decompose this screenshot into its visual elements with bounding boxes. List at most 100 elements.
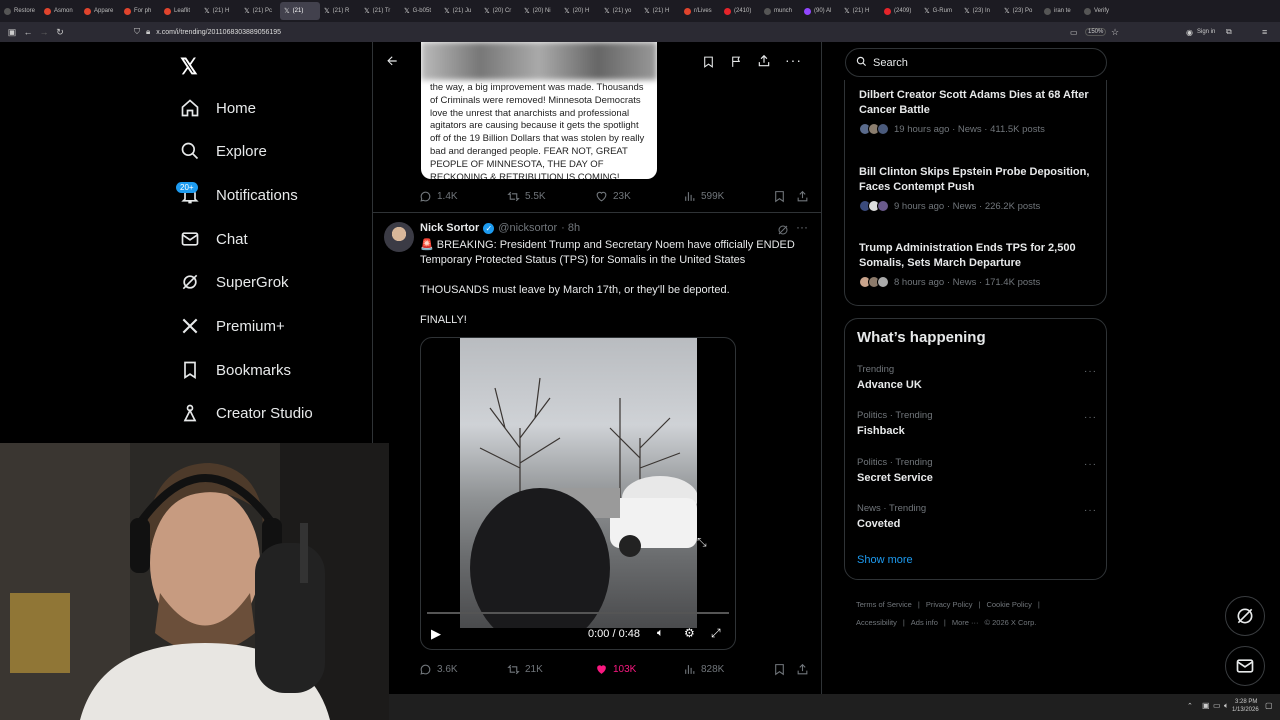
nav-supergrok[interactable]: SuperGrok [180, 272, 289, 292]
like-button[interactable]: 103K [595, 663, 636, 676]
header-bookmark-icon[interactable] [702, 55, 715, 74]
like-button[interactable]: 23K [595, 190, 631, 203]
browser-tab[interactable]: (90) Al [800, 2, 840, 20]
expand-overlay-icon[interactable]: ⤡ [697, 535, 707, 550]
browser-tab[interactable]: (2409) [880, 2, 920, 20]
volume-tray-icon[interactable]: 🔈︎ [1224, 701, 1229, 711]
trend-item[interactable]: News · Trending Coveted ··· [857, 503, 1097, 530]
browser-tab[interactable]: 𝕏 (21) yo [600, 2, 640, 20]
header-more-icon[interactable]: ··· [785, 52, 802, 68]
nav-notifications[interactable]: Notifications [180, 185, 298, 205]
search-input[interactable]: Search [845, 48, 1107, 77]
nav-home[interactable]: Home [180, 98, 256, 118]
browser-tab[interactable]: 𝕏 (21) H [200, 2, 240, 20]
browser-tab[interactable]: 𝕏 (23) Po [1000, 2, 1040, 20]
footer-link[interactable]: Privacy Policy [926, 600, 973, 609]
grok-fab-button[interactable] [1225, 596, 1265, 636]
play-icon[interactable]: ▶ [431, 626, 441, 642]
nav-chat[interactable]: Chat [180, 229, 248, 249]
browser-tab[interactable]: Verify [1080, 2, 1120, 20]
browser-tab[interactable]: Leaflit [160, 2, 200, 20]
repost-button[interactable]: 5.5K [507, 190, 546, 203]
footer-link[interactable]: Cookie Policy [986, 600, 1031, 609]
footer-link[interactable]: Accessibility [856, 618, 897, 627]
browser-tab[interactable]: munch [760, 2, 800, 20]
browser-tab[interactable]: 𝕏 G-Rum [920, 2, 960, 20]
browser-tab[interactable]: 𝕏 (21) Ju [440, 2, 480, 20]
browser-tab[interactable]: Asmon [40, 2, 80, 20]
browser-tab[interactable]: (2410) [720, 2, 760, 20]
browser-tab[interactable]: r/Lives [680, 2, 720, 20]
trend-more-icon[interactable]: ··· [1084, 366, 1097, 377]
nav-creator-studio[interactable]: Creator Studio [180, 403, 313, 423]
footer-link[interactable]: Terms of Service [856, 600, 912, 609]
trend-item[interactable]: Politics · Trending Fishback ··· [857, 410, 1097, 437]
browser-tab[interactable]: 𝕏 (21) H [840, 2, 880, 20]
show-more-link[interactable]: Show more [857, 554, 913, 566]
footer-link[interactable]: More ··· [952, 618, 979, 627]
header-share-icon[interactable] [757, 54, 771, 73]
post-time[interactable]: · 8h [561, 222, 580, 234]
browser-tab[interactable]: Restore [0, 2, 40, 20]
forward-icon[interactable]: → [36, 27, 52, 37]
trend-item[interactable]: Politics · Trending Secret Service ··· [857, 457, 1097, 484]
browser-tab[interactable]: 𝕏 (21) Pc [240, 2, 280, 20]
browser-tab[interactable]: 𝕏 (20) Cr [480, 2, 520, 20]
back-icon[interactable]: ← [20, 27, 36, 37]
avatar[interactable] [384, 222, 414, 252]
browser-tab[interactable]: 𝕏 (21) H [640, 2, 680, 20]
bookmark-star-icon[interactable]: ☆ [1111, 27, 1119, 38]
back-arrow-icon[interactable] [385, 54, 399, 73]
signin-button[interactable]: Sign in [1197, 29, 1215, 35]
browser-tab[interactable]: 𝕏 (23) In [960, 2, 1000, 20]
nav-bookmarks[interactable]: Bookmarks [180, 360, 291, 380]
footer-link[interactable]: Ads info [911, 618, 938, 627]
browser-tab[interactable]: 𝕏 (21) Tr [360, 2, 400, 20]
author-handle[interactable]: @nicksortor [498, 222, 557, 234]
bookmark-button[interactable] [773, 663, 786, 676]
share-button[interactable] [796, 663, 809, 676]
reply-button[interactable]: 3.6K [419, 663, 458, 676]
account-icon[interactable]: ◉ [1186, 28, 1193, 37]
news-item[interactable]: Trump Administration Ends TPS for 2,500 … [859, 241, 1099, 288]
footer-link[interactable]: © 2026 X Corp. [985, 618, 1037, 627]
reply-button[interactable]: 1.4K [419, 190, 458, 203]
messages-fab-button[interactable] [1225, 646, 1265, 686]
browser-tab[interactable]: 𝕏 (20) H [560, 2, 600, 20]
browser-tab[interactable]: 𝕏 (20) Ni [520, 2, 560, 20]
extensions-icon[interactable]: ⧉ [1226, 27, 1232, 37]
trend-more-icon[interactable]: ··· [1084, 412, 1097, 423]
settings-icon[interactable]: ⚙ [684, 626, 695, 640]
trend-item[interactable]: Trending Advance UK ··· [857, 364, 1097, 391]
sidebar-toggle-icon[interactable]: ▣ [4, 27, 20, 38]
trend-more-icon[interactable]: ··· [1084, 505, 1097, 516]
clock-date[interactable]: 1/13/2026 [1232, 707, 1259, 713]
browser-tab[interactable]: For ph [120, 2, 160, 20]
browser-tab[interactable]: 𝕏 G-b05t [400, 2, 440, 20]
reader-icon[interactable]: ▭ [1070, 28, 1078, 37]
nav-premium[interactable]: Premium+ [180, 316, 285, 336]
post-more-icon[interactable]: ··· [796, 220, 808, 234]
repost-button[interactable]: 21K [507, 663, 543, 676]
browser-tab[interactable]: Appare [80, 2, 120, 20]
share-button[interactable] [796, 190, 809, 203]
browser-tab[interactable]: 𝕏 (21) [280, 2, 320, 20]
quoted-post-card[interactable]: the way, a big improvement was made. Tho… [421, 42, 657, 179]
url-field[interactable]: x.com/i/trending/2011068303889056195 [156, 29, 281, 36]
shield-icon[interactable]: ⛉ [134, 27, 140, 37]
volume-icon[interactable]: 🔈︎ [657, 627, 664, 640]
menu-icon[interactable]: ≡ [1262, 27, 1267, 37]
browser-tab[interactable]: 𝕏 (21) R [320, 2, 360, 20]
bookmark-button[interactable] [773, 190, 786, 203]
notification-tray-icon[interactable]: ▢ [1265, 701, 1273, 710]
clock-time[interactable]: 3:28 PM [1235, 699, 1257, 705]
fullscreen-icon[interactable]: ⤢ [711, 626, 721, 641]
tray-chevron-icon[interactable]: ⌃ [1187, 702, 1193, 710]
browser-tab[interactable]: iran te [1040, 2, 1080, 20]
reload-icon[interactable]: ↻ [52, 27, 68, 38]
network-icon[interactable]: ▭ [1213, 701, 1221, 710]
nav-explore[interactable]: Explore [180, 141, 267, 161]
video-progress-bar[interactable] [427, 612, 729, 614]
views-button[interactable]: 828K [683, 663, 724, 676]
tray-icon[interactable]: ▣ [1202, 701, 1210, 710]
